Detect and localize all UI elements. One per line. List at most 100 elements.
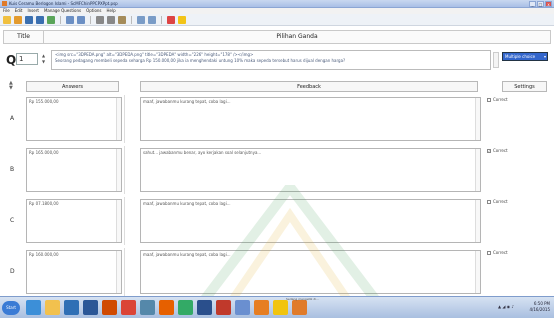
ie-icon[interactable] [26, 300, 41, 315]
media-player-icon[interactable] [64, 300, 79, 315]
answers-header-button[interactable]: Answers [26, 81, 119, 92]
firefox-icon[interactable] [159, 300, 174, 315]
correct-checkbox[interactable]: Correct [487, 199, 508, 204]
open-icon[interactable] [14, 15, 22, 24]
answer-scrollbar[interactable] [116, 149, 121, 191]
feedback-input[interactable]: maaf, jawabanmu kurang tepat, coba lagi.… [140, 250, 481, 294]
question-number-input[interactable]: 1 [16, 53, 38, 65]
toolbar-separator [90, 15, 91, 24]
checkbox-box[interactable] [487, 250, 491, 255]
answer-letter: D [10, 268, 15, 275]
feedback-scrollbar[interactable] [475, 98, 480, 140]
checkbox-box-checked[interactable]: ✓ [487, 148, 491, 153]
minimize-button[interactable]: _ [529, 1, 536, 7]
correct-label: Correct [493, 148, 508, 153]
checkbox-box[interactable] [487, 199, 491, 204]
correct-label: Correct [493, 199, 508, 204]
checkbox-box[interactable] [487, 97, 491, 102]
answer-row: C Rp 07.1800,00 maaf, jawabanmu kurang t… [3, 197, 551, 247]
undo-icon[interactable] [66, 15, 74, 24]
answer-input[interactable]: Rp 160.000,00 [26, 250, 122, 294]
question-text-line: Seorang pedagang membeli sepeda seharga … [55, 58, 346, 63]
correct-checkbox[interactable]: Correct [487, 250, 508, 255]
feedback-text: maaf, jawabanmu kurang tepat, coba lagi.… [143, 99, 231, 104]
save-all-icon[interactable] [36, 15, 44, 24]
chevron-down-icon: ▾ [543, 54, 546, 59]
chrome-icon[interactable] [121, 300, 136, 315]
feedback-scrollbar[interactable] [475, 251, 480, 293]
folder-icon[interactable] [45, 300, 60, 315]
app-icon [2, 1, 7, 6]
flag-icon[interactable] [167, 15, 175, 24]
correct-checkbox[interactable]: Correct [487, 97, 508, 102]
answer-row: B Rp 165.000,00 sahut... jawabanmu benar… [3, 146, 551, 196]
feedback-input[interactable]: sahut... jawabanmu benar, ayo kerjakan s… [140, 148, 481, 192]
settings-header-button[interactable]: Settings [502, 81, 547, 92]
correct-checkbox[interactable]: ✓ Correct [487, 148, 508, 153]
question-text-field[interactable]: <img src="3DPEDA.png" alt="3DPEDA.png" t… [51, 50, 491, 70]
paste-icon[interactable] [118, 15, 126, 24]
correct-label: Correct [493, 250, 508, 255]
taskbar-tooltip: Sedang mengetik di... [286, 297, 319, 301]
window-controls: _ □ x [529, 1, 552, 7]
cut-icon[interactable] [96, 15, 104, 24]
toolbar-separator [161, 15, 162, 24]
bulb-icon[interactable] [178, 15, 186, 24]
editor-icon[interactable] [216, 300, 231, 315]
chat-icon[interactable] [235, 300, 250, 315]
feedback-header-button[interactable]: Feedback [140, 81, 478, 92]
redo-icon[interactable] [77, 15, 85, 24]
answer-letter: C [10, 217, 15, 224]
question-label: Q [6, 53, 17, 67]
title-value[interactable]: Pilihan Ganda [44, 31, 550, 43]
copy-icon[interactable] [107, 15, 115, 24]
answer-row: A Rp 155.000,00 maaf, jawabanmu kurang t… [3, 95, 551, 145]
feedback-input[interactable]: maaf, jawabanmu kurang tepat, coba lagi.… [140, 199, 481, 243]
photo-icon[interactable] [254, 300, 269, 315]
new-icon[interactable] [3, 15, 11, 24]
start-label: Start [6, 305, 16, 310]
save-icon[interactable] [25, 15, 33, 24]
taskbar-apps [26, 300, 307, 315]
answer-scrollbar[interactable] [116, 251, 121, 293]
close-button[interactable]: x [545, 1, 552, 7]
tray-icons[interactable]: ▲ ◢ ◉ ♪ [498, 304, 514, 309]
app-icon[interactable] [292, 300, 307, 315]
feedback-input[interactable]: maaf, jawabanmu kurang tepat, coba lagi.… [140, 97, 481, 141]
answer-input[interactable]: Rp 165.000,00 [26, 148, 122, 192]
answer-order-spinner[interactable]: ▲ ▼ [9, 81, 13, 91]
preview-icon[interactable] [47, 15, 55, 24]
answer-scrollbar[interactable] [116, 98, 121, 140]
photos-icon[interactable] [140, 300, 155, 315]
powerpoint-icon[interactable] [102, 300, 117, 315]
paint-icon[interactable] [178, 300, 193, 315]
word-icon[interactable] [83, 300, 98, 315]
maximize-button[interactable]: □ [537, 1, 544, 7]
taskbar: Start Sedang mengetik di... ▲ ◢ ◉ ♪ 6:50… [0, 296, 554, 318]
column-divider [124, 197, 136, 245]
window-title: Kuis Ceramu Berlogon Islami - ScMFChinPP… [9, 1, 118, 6]
question-scrollbar[interactable] [493, 52, 499, 68]
question-type-select[interactable]: Multiple choice ▾ [502, 52, 548, 61]
question-row: Q 1 ▲ ▼ <img src="3DPEDA.png" alt="3DPEDA… [3, 48, 551, 72]
start-button[interactable]: Start [2, 301, 20, 315]
answer-input[interactable]: Rp 07.1800,00 [26, 199, 122, 243]
toolbar-separator [131, 15, 132, 24]
window-titlebar: Kuis Ceramu Berlogon Islami - ScMFChinPP… [0, 0, 554, 8]
feedback-scrollbar[interactable] [475, 149, 480, 191]
column-divider [124, 248, 136, 296]
feedback-text: sahut... jawabanmu benar, ayo kerjakan s… [143, 150, 262, 155]
media-icon[interactable] [148, 15, 156, 24]
answer-text: Rp 07.1800,00 [29, 201, 59, 206]
image-icon[interactable] [137, 15, 145, 24]
system-clock[interactable]: 6:50 PM 4/16/2015 [529, 301, 550, 313]
clock-date: 4/16/2015 [529, 307, 550, 312]
answer-letter: B [10, 166, 15, 173]
feedback-scrollbar[interactable] [475, 200, 480, 242]
question-type-value: Multiple choice [505, 54, 536, 59]
answer-input[interactable]: Rp 155.000,00 [26, 97, 122, 141]
explorer-icon[interactable] [273, 300, 288, 315]
answer-scrollbar[interactable] [116, 200, 121, 242]
quiz-icon[interactable] [197, 300, 212, 315]
question-number-spinner[interactable]: ▲ ▼ [41, 53, 46, 65]
